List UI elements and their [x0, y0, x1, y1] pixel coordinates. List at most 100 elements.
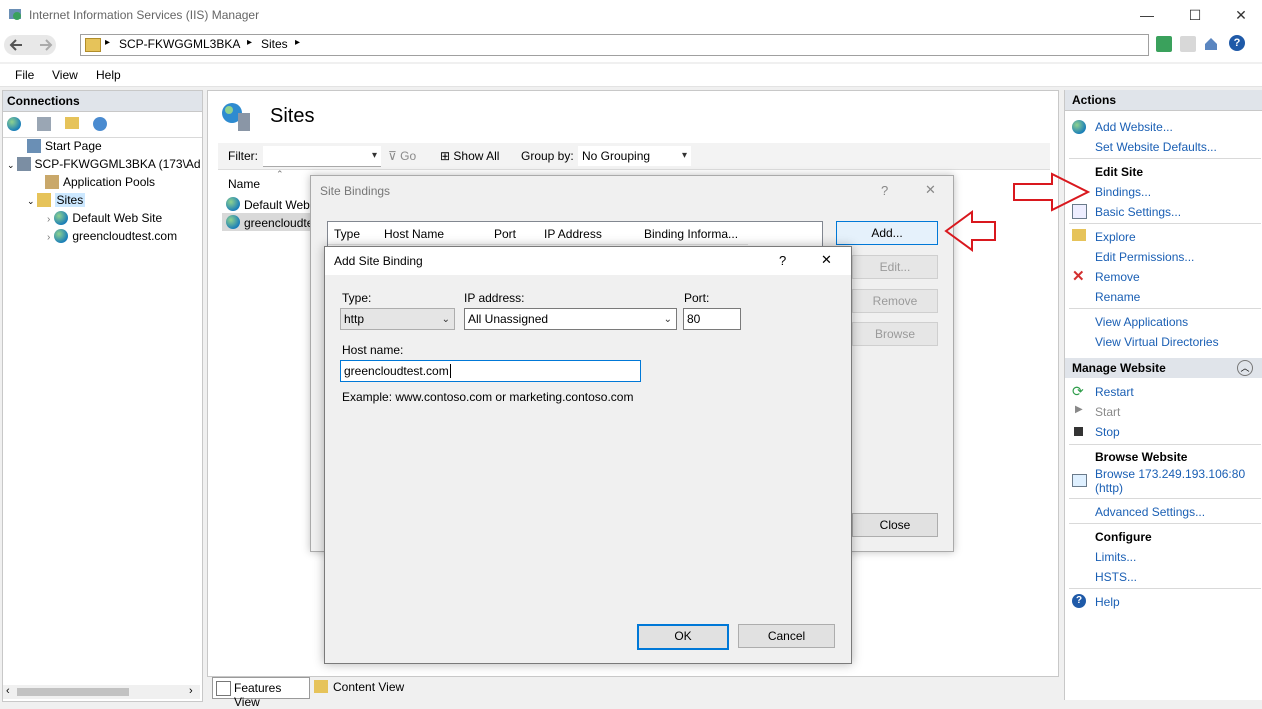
tree-start-page[interactable]: Start Page	[27, 139, 102, 153]
bindings-remove-button: Remove	[852, 289, 938, 313]
col-host-name[interactable]: Host Name	[384, 227, 444, 241]
cancel-button[interactable]: Cancel	[738, 624, 835, 648]
home-icon[interactable]	[1203, 36, 1219, 52]
ok-button[interactable]: OK	[637, 624, 729, 650]
expand-chevron-icon[interactable]: ›	[47, 232, 50, 243]
scroll-right-icon[interactable]: ›	[189, 685, 193, 697]
scroll-thumb[interactable]	[17, 688, 129, 696]
go-icon: ⊽	[388, 149, 401, 163]
add-website-link[interactable]: Add Website...	[1095, 120, 1173, 134]
hsts-link[interactable]: HSTS...	[1095, 570, 1137, 584]
chevron-down-icon: ⌄	[663, 314, 672, 325]
view-virtual-directories-link[interactable]: View Virtual Directories	[1095, 335, 1219, 349]
group-by-select[interactable]: No Grouping ▾	[578, 146, 691, 166]
table-row[interactable]: Default Web	[222, 195, 312, 213]
filter-input[interactable]: ▾	[263, 146, 381, 167]
site-bindings-close-x[interactable]: ✕	[925, 182, 936, 198]
view-applications-link[interactable]: View Applications	[1095, 315, 1188, 329]
restart-link[interactable]: Restart	[1095, 385, 1134, 399]
add-binding-close-x[interactable]: ✕	[821, 252, 832, 268]
red-arrow-add-icon	[944, 210, 996, 252]
remove-link[interactable]: Remove	[1095, 270, 1140, 284]
minimize-button[interactable]: —	[1124, 0, 1170, 30]
port-input[interactable]: 80	[683, 308, 741, 330]
chevron-down-icon: ▾	[681, 150, 687, 161]
help-link[interactable]: Help	[1095, 595, 1120, 609]
up-folder-icon[interactable]	[65, 117, 79, 129]
disconnect-icon[interactable]	[93, 117, 107, 131]
explore-link[interactable]: Explore	[1095, 230, 1136, 244]
expand-chevron-icon[interactable]: ›	[47, 214, 50, 225]
basic-settings-link[interactable]: Basic Settings...	[1095, 205, 1181, 219]
page-title: Sites	[270, 105, 315, 127]
bindings-add-button[interactable]: Add...	[836, 221, 938, 245]
explore-icon	[1072, 229, 1086, 241]
help-menu-icon[interactable]: ?	[1229, 35, 1245, 51]
col-port[interactable]: Port	[494, 227, 516, 241]
features-view-tab[interactable]: Features View	[212, 677, 310, 709]
browse-website-link[interactable]: Browse 173.249.193.106:80 (http)	[1095, 467, 1245, 495]
menu-view[interactable]: View	[52, 68, 78, 82]
chevron-down-icon: ▾	[371, 150, 377, 161]
start-page-icon	[27, 139, 41, 153]
collapse-chevron-icon[interactable]: ⌄	[7, 160, 15, 170]
ip-address-select[interactable]: All Unassigned ⌄	[464, 308, 677, 330]
bindings-edit-button: Edit...	[852, 255, 938, 279]
edit-site-heading: Edit Site	[1095, 165, 1144, 179]
save-icon[interactable]	[37, 117, 51, 131]
tree-site-greencloud[interactable]: › greencloudtest.com	[47, 229, 177, 243]
host-name-input[interactable]: greencloudtest.com	[340, 360, 641, 382]
table-row[interactable]: greencloudte	[222, 213, 313, 231]
connect-icon[interactable]	[7, 117, 21, 131]
horizontal-scrollbar[interactable]: ‹ ›	[3, 685, 200, 699]
tree-app-pools[interactable]: Application Pools	[45, 175, 155, 189]
tree-site-default[interactable]: › Default Web Site	[47, 211, 162, 225]
app-pools-icon	[45, 175, 59, 189]
col-ip-address[interactable]: IP Address	[544, 227, 602, 241]
limits-link[interactable]: Limits...	[1095, 550, 1136, 564]
stop-icon[interactable]	[1180, 36, 1196, 52]
folder-icon	[85, 38, 101, 52]
show-all-button[interactable]: ⊞ Show All	[440, 149, 499, 163]
content-view-icon	[314, 680, 328, 693]
add-binding-help-button[interactable]: ?	[779, 253, 786, 268]
bindings-close-button[interactable]: Close	[852, 513, 938, 537]
back-arrow-icon	[9, 39, 53, 51]
content-view-tab[interactable]: Content View	[314, 677, 410, 697]
advanced-settings-link[interactable]: Advanced Settings...	[1095, 505, 1205, 519]
tree-sites[interactable]: ⌄ Sites	[27, 193, 86, 207]
type-select[interactable]: http ⌄	[340, 308, 455, 330]
server-icon	[16, 157, 31, 171]
go-button[interactable]: ⊽ Go	[388, 149, 416, 163]
site-bindings-help-button[interactable]: ?	[881, 183, 888, 198]
stop-link[interactable]: Stop	[1095, 425, 1120, 439]
collapse-section-icon[interactable]: ︿	[1237, 360, 1253, 376]
address-bar[interactable]: ▸ SCP-FKWGGML3BKA ▸ Sites ▸	[80, 34, 1149, 56]
bindings-browse-button: Browse	[852, 322, 938, 346]
menu-help[interactable]: Help	[96, 68, 121, 82]
sort-asc-icon: ⌃	[276, 169, 284, 179]
edit-permissions-link[interactable]: Edit Permissions...	[1095, 250, 1194, 264]
breadcrumb-server[interactable]: SCP-FKWGGML3BKA	[119, 37, 240, 51]
bindings-link[interactable]: Bindings...	[1095, 185, 1151, 199]
menu-file[interactable]: File	[15, 68, 34, 82]
window-title: Internet Information Services (IIS) Mana…	[29, 8, 260, 22]
col-type[interactable]: Type	[334, 227, 360, 241]
column-header-name[interactable]: Name	[222, 175, 312, 193]
back-button[interactable]	[4, 35, 56, 55]
tree-server[interactable]: ⌄ SCP-FKWGGML3BKA (173\Ad	[7, 157, 201, 171]
scroll-left-icon[interactable]: ‹	[6, 685, 10, 697]
host-name-example: Example: www.contoso.com or marketing.co…	[342, 390, 634, 404]
collapse-chevron-icon[interactable]: ⌄	[27, 196, 35, 206]
refresh-icon[interactable]	[1156, 36, 1172, 52]
start-link: Start	[1095, 405, 1121, 419]
maximize-button[interactable]: ☐	[1172, 0, 1218, 30]
port-label: Port:	[684, 291, 710, 305]
close-window-button[interactable]: ✕	[1218, 0, 1262, 30]
rename-link[interactable]: Rename	[1095, 290, 1140, 304]
breadcrumb-sites[interactable]: Sites	[261, 37, 288, 51]
col-binding-info[interactable]: Binding Informa...	[644, 227, 738, 241]
start-icon: ▶	[1075, 404, 1083, 415]
set-website-defaults-link[interactable]: Set Website Defaults...	[1095, 140, 1217, 154]
host-name-label: Host name:	[342, 343, 404, 357]
